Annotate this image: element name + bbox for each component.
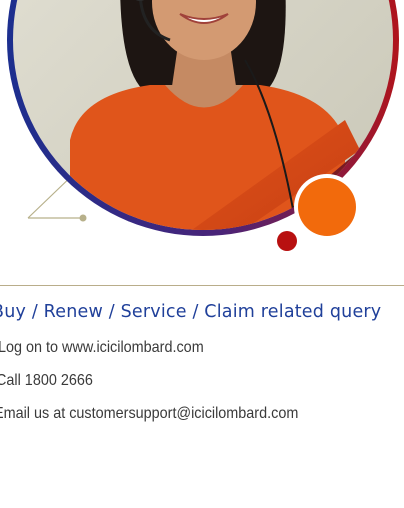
support-headline: Buy / Renew / Service / Claim related qu…: [0, 302, 382, 322]
red-dot-icon: [277, 231, 297, 251]
section-divider: [0, 285, 404, 286]
website-link[interactable]: Log on to www.icicilombard.com: [0, 339, 204, 357]
orange-dot-icon: [298, 178, 356, 236]
hero-section: [0, 0, 404, 260]
phone-number[interactable]: Call 1800 2666: [0, 372, 93, 390]
support-page: Buy / Renew / Service / Claim related qu…: [0, 0, 404, 508]
email-address[interactable]: Email us at customersupport@icicilombard…: [0, 405, 298, 423]
hero-graphic: [7, 0, 399, 251]
